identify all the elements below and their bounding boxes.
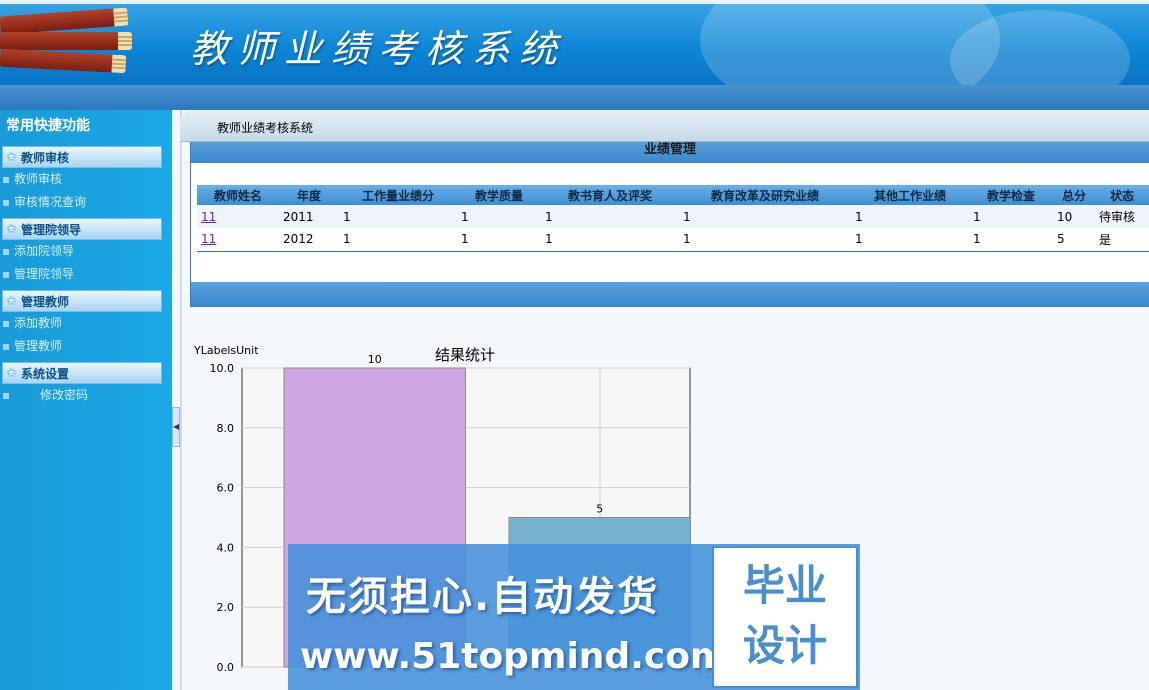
table-cell: 待审核 [1095,205,1149,228]
table-cell: 10 [1053,205,1095,228]
breadcrumb-bar: 教师业绩考核系统 [180,110,1149,142]
column-header: 教学检查 [969,185,1053,205]
star-icon: ✩ [6,294,17,309]
watermark-badge: 毕业 设计 [712,546,858,688]
panel-footer [191,282,1149,307]
table-cell: 1 [851,205,969,228]
watermark-badge-text: 毕业 [742,561,827,610]
header-banner: 教师业绩考核系统 [0,0,1149,85]
sidebar-item-manage-leader[interactable]: 管理院领导 [0,263,172,286]
watermark-badge-text: 设计 [742,621,827,670]
column-header: 其他工作业绩 [851,185,969,205]
collapse-sidebar-icon[interactable]: ◀ [172,407,180,447]
table-cell: 1 [541,205,679,228]
table-cell: 1 [679,205,851,228]
column-header: 状态 [1095,185,1149,205]
column-header: 工作量业绩分 [339,185,457,205]
y-tick-label: 0.0 [217,661,235,674]
table-cell: 1 [969,205,1053,228]
table-cell: 2011 [279,205,339,228]
table-cell: 1 [541,228,679,252]
y-tick-label: 8.0 [217,422,235,435]
sidebar-group-manage-teachers[interactable]: ✩ 管理教师 [2,290,162,312]
table-cell: 1 [457,228,541,252]
y-tick-label: 4.0 [217,541,235,554]
watermark-text: 无须担心.自动发货 [306,574,660,620]
y-tick-label: 10.0 [210,362,235,375]
star-icon: ✩ [6,366,17,381]
watermark-overlay: 无须担心.自动发货 www.51topmind.com 毕业 设计 [288,544,860,690]
sidebar-item-change-password[interactable]: 修改密码 [0,384,172,407]
column-header: 总分 [1053,185,1095,205]
sidebar-divider [180,110,182,690]
sidebar-item-add-leader[interactable]: 添加院领导 [0,240,172,263]
column-header: 教师姓名 [197,185,279,205]
data-label: 5 [596,503,603,516]
sidebar-item-add-teacher[interactable]: 添加教师 [0,312,172,335]
table-cell: 1 [339,228,457,252]
table-cell: 1 [851,228,969,252]
sidebar-group-settings[interactable]: ✩ 系统设置 [2,362,162,384]
table-cell: 1 [679,228,851,252]
y-tick-label: 6.0 [217,482,235,495]
panel-title: 业绩管理 [643,142,696,157]
sidebar-group-manage-leaders[interactable]: ✩ 管理院领导 [2,218,162,240]
table-cell: 1 [969,228,1053,252]
watermark-url: www.51topmind.com [300,636,728,677]
sidebar-group-teacher-review[interactable]: ✩ 教师审核 [2,146,162,168]
sidebar-item-review-query[interactable]: 审核情况查询 [0,191,172,214]
star-icon: ✩ [6,150,17,165]
table-cell: 2012 [279,228,339,252]
sidebar-item-manage-teacher[interactable]: 管理教师 [0,335,172,358]
sidebar: 常用快捷功能 ✩ 教师审核 教师审核 审核情况查询 ✩ 管理院领导 添加院领导 … [0,110,172,690]
column-header: 教育改革及研究业绩 [679,185,851,205]
data-label: 10 [368,353,382,366]
column-header: 年度 [279,185,339,205]
table-row: 11 2011 1 1 1 1 1 1 10 待审核 [197,205,1149,228]
y-axis-label: YLabelsUnit [193,344,259,357]
chart-title: 结果统计 [435,346,495,364]
teacher-name-link[interactable]: 11 [201,232,216,246]
performance-panel: 业绩管理 教师姓名 年度 工作量业绩分 教学质量 教书育人及评奖 教育改革及研究… [190,142,1149,307]
books-logo-icon [0,7,140,80]
table-cell: 5 [1053,228,1095,252]
sidebar-title: 常用快捷功能 [6,118,90,134]
panel-header: 业绩管理 [191,142,1149,163]
column-header: 教学质量 [457,185,541,205]
header-strip [0,85,1149,110]
y-tick-label: 2.0 [217,601,235,614]
table-cell: 1 [339,205,457,228]
column-header: 教书育人及评奖 [541,185,679,205]
performance-table: 教师姓名 年度 工作量业绩分 教学质量 教书育人及评奖 教育改革及研究业绩 其他… [197,185,1149,252]
table-row: 11 2012 1 1 1 1 1 1 5 是 [197,228,1149,252]
breadcrumb: 教师业绩考核系统 [217,121,314,135]
sidebar-item-teacher-review[interactable]: 教师审核 [0,168,172,191]
app-title: 教师业绩考核系统 [190,27,567,71]
table-cell: 1 [457,205,541,228]
teacher-name-link[interactable]: 11 [201,210,216,224]
star-icon: ✩ [6,222,17,237]
table-cell: 是 [1095,228,1149,252]
